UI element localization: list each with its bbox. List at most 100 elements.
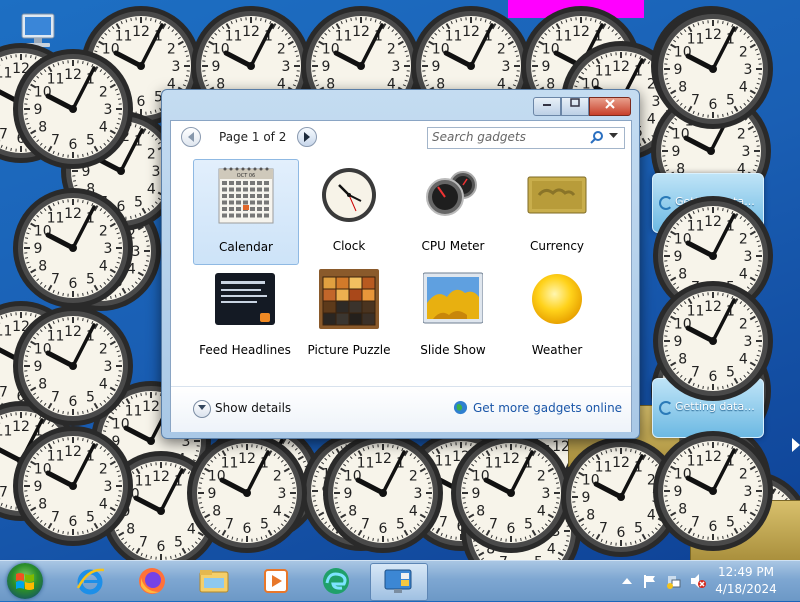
svg-text:8: 8 <box>38 120 47 136</box>
svg-text:7: 7 <box>691 364 700 380</box>
svg-text:2: 2 <box>537 469 546 485</box>
start-button[interactable] <box>7 563 43 599</box>
clock-gadget[interactable]: 123456789101112 <box>186 432 308 554</box>
svg-text:8: 8 <box>678 80 687 96</box>
gadget-label: Feed Headlines <box>193 343 297 357</box>
svg-text:9: 9 <box>344 486 353 502</box>
clock-gadget[interactable]: 123456789101112 <box>450 432 572 554</box>
svg-text:8: 8 <box>212 504 221 520</box>
gadget-tile-picture-puzzle[interactable]: Picture Puzzle <box>297 263 401 367</box>
gadget-tile-cpu-meter[interactable]: CPU Meter <box>401 159 505 263</box>
close-button[interactable] <box>589 97 631 116</box>
gadget-tile-currency[interactable]: Currency <box>505 159 609 263</box>
clock-gadget[interactable]: 123456789101112 <box>652 280 774 402</box>
svg-text:12: 12 <box>612 455 630 471</box>
svg-text:8: 8 <box>348 504 357 520</box>
internet-explorer-icon <box>75 566 105 596</box>
gallery-toolbar: Page 1 of 2 <box>171 121 631 155</box>
show-details-toggle[interactable] <box>193 400 211 418</box>
svg-text:3: 3 <box>744 62 753 78</box>
gadget-label: CPU Meter <box>401 239 505 253</box>
svg-text:7: 7 <box>489 516 498 532</box>
svg-text:7: 7 <box>599 520 608 536</box>
show-hidden-icons-icon[interactable] <box>622 577 632 585</box>
clock-gadget[interactable]: 123456789101112 <box>12 305 134 427</box>
clock-time[interactable]: 12:49 PM <box>706 565 786 579</box>
svg-text:11: 11 <box>47 211 65 227</box>
svg-text:7: 7 <box>51 509 60 525</box>
taskbar-media-player[interactable] <box>248 563 304 599</box>
svg-text:9: 9 <box>34 479 43 495</box>
taskbar-gadgets[interactable] <box>370 563 428 601</box>
svg-text:12: 12 <box>132 24 150 40</box>
svg-text:11: 11 <box>0 324 12 340</box>
clock-gadget[interactable]: 123456789101112 <box>652 8 774 130</box>
gadget-grid: OCT 06 Calendar Clock <box>171 161 631 386</box>
svg-text:6: 6 <box>69 514 78 530</box>
gadget-label: Picture Puzzle <box>297 343 401 357</box>
gadget-tile-clock[interactable]: Clock <box>297 159 401 263</box>
file-explorer-icon <box>198 566 230 596</box>
svg-text:OCT 06: OCT 06 <box>237 173 255 179</box>
svg-text:12: 12 <box>374 451 392 467</box>
clock-face-icon: 123456789101112 <box>12 305 134 427</box>
svg-text:5: 5 <box>86 271 95 287</box>
weather-icon <box>527 269 587 329</box>
svg-text:7: 7 <box>51 389 60 405</box>
maximize-button[interactable] <box>561 97 589 116</box>
svg-text:2: 2 <box>99 224 108 240</box>
minimize-button[interactable] <box>533 97 561 116</box>
previous-page-button[interactable] <box>181 127 201 147</box>
svg-text:4: 4 <box>99 497 108 513</box>
svg-text:8: 8 <box>586 508 595 524</box>
search-icon[interactable] <box>590 130 604 144</box>
action-center-flag-icon[interactable] <box>643 574 657 588</box>
clock-gadget[interactable]: 123456789101112 <box>12 425 134 547</box>
svg-text:11: 11 <box>221 456 239 472</box>
edge-icon <box>321 566 351 596</box>
arrow-right-icon <box>792 438 800 452</box>
gadget-tile-calendar[interactable]: OCT 06 Calendar <box>193 159 299 265</box>
svg-text:3: 3 <box>502 59 511 75</box>
clock-gadget[interactable]: 123456789101112 <box>652 430 774 552</box>
feed-headlines-icon <box>215 269 275 329</box>
clock-face-icon: 123456789101112 <box>12 425 134 547</box>
clock-gadget[interactable]: 123456789101112 <box>322 432 444 554</box>
svg-text:5: 5 <box>86 389 95 405</box>
svg-text:2: 2 <box>277 42 286 58</box>
taskbar-firefox[interactable] <box>124 563 180 599</box>
search-input[interactable] <box>430 129 586 145</box>
svg-text:4: 4 <box>99 120 108 136</box>
volume-muted-icon[interactable] <box>690 573 706 589</box>
svg-text:12: 12 <box>142 399 160 415</box>
search-box <box>427 127 625 149</box>
svg-text:9: 9 <box>672 144 681 160</box>
taskbar-internet-explorer[interactable] <box>62 563 118 599</box>
svg-text:4: 4 <box>739 80 748 96</box>
get-more-gadgets-link[interactable]: Get more gadgets online <box>473 401 622 415</box>
svg-text:4: 4 <box>739 502 748 518</box>
chevron-down-icon[interactable] <box>609 133 618 139</box>
minimize-icon <box>542 98 552 108</box>
clock-face-icon: 123456789101112 <box>186 432 308 554</box>
clock-gadget[interactable]: 123456789101112 <box>12 48 134 170</box>
svg-text:12: 12 <box>462 24 480 40</box>
gadget-gallery-window[interactable]: Page 1 of 2 OCT 06 C <box>161 89 640 439</box>
gadget-tile-feed-headlines[interactable]: Feed Headlines <box>193 263 297 367</box>
gadget-tile-weather[interactable]: Weather <box>505 263 609 367</box>
show-details-label[interactable]: Show details <box>215 401 291 415</box>
taskbar-edge[interactable] <box>308 563 364 599</box>
maximize-icon <box>570 98 580 108</box>
taskbar-file-explorer[interactable] <box>186 563 242 599</box>
next-page-button[interactable] <box>297 127 317 147</box>
svg-text:11: 11 <box>225 29 243 45</box>
svg-text:11: 11 <box>47 329 65 345</box>
svg-text:3: 3 <box>392 59 401 75</box>
clock-gadget[interactable]: 123456789101112 <box>12 187 134 309</box>
clock-face-icon: 123456789101112 <box>12 187 134 309</box>
network-icon[interactable] <box>666 573 682 589</box>
clock-date[interactable]: 4/18/2024 <box>706 582 786 596</box>
svg-text:12: 12 <box>64 324 82 340</box>
gadget-tile-slide-show[interactable]: Slide Show <box>401 263 505 367</box>
svg-text:3: 3 <box>282 59 291 75</box>
